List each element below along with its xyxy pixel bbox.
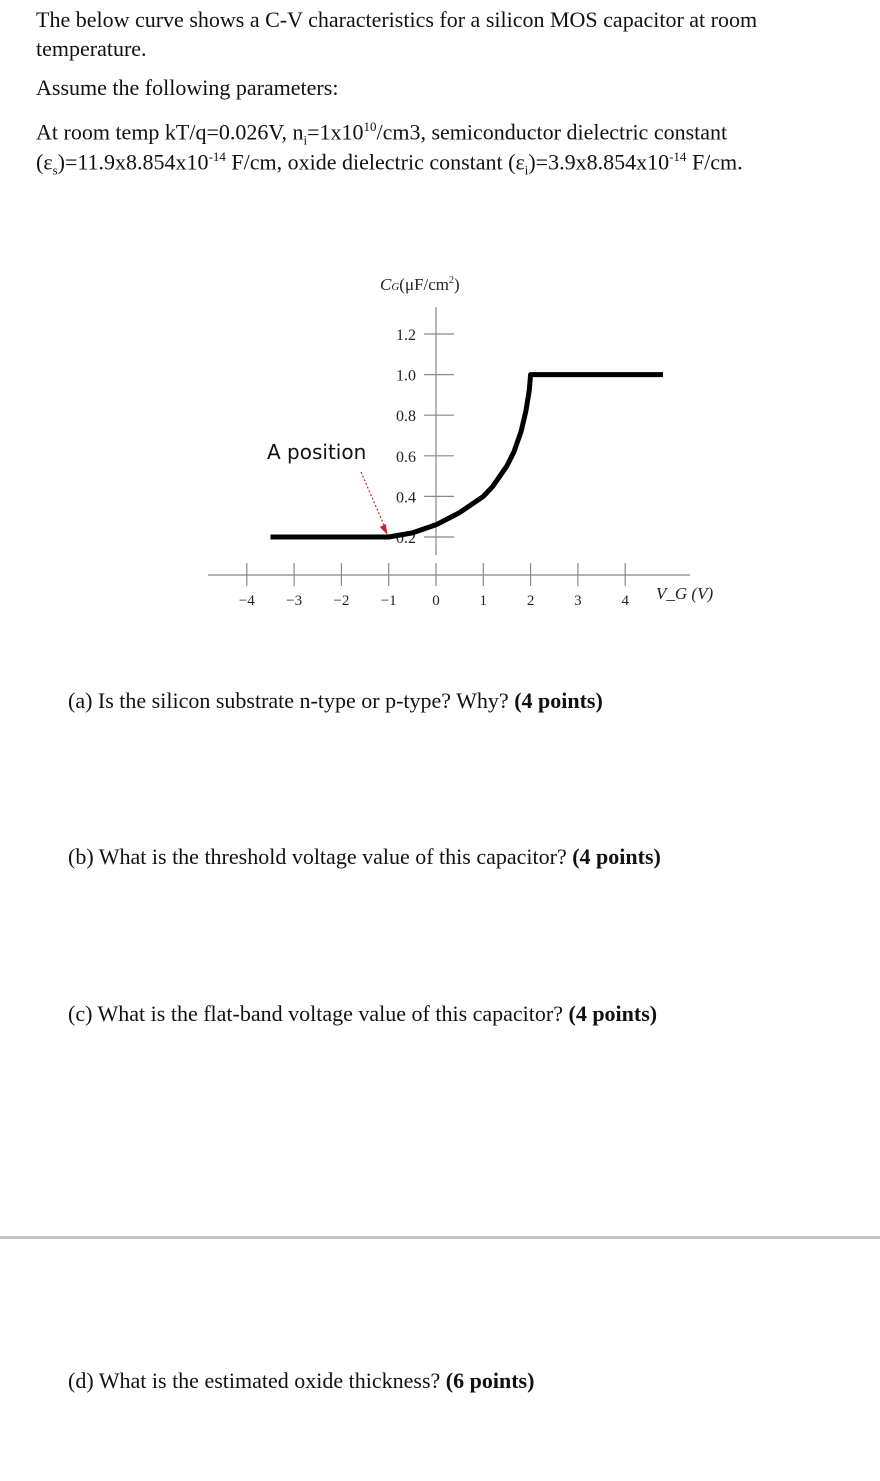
points: (4 points) — [568, 1001, 658, 1026]
x-tick-label: −1 — [381, 593, 397, 609]
x-tick-label: −3 — [286, 593, 302, 609]
question-b: (b) What is the threshold voltage value … — [68, 844, 661, 870]
text: (c) What is the flat-band voltage value … — [68, 1001, 563, 1026]
annotation-arrow — [360, 471, 387, 530]
question-d: (d) What is the estimated oxide thicknes… — [68, 1368, 534, 1394]
y-tick-label: 0.8 — [396, 408, 416, 425]
x-tick-label: 0 — [432, 593, 440, 609]
divider — [0, 1236, 880, 1239]
question-c: (c) What is the flat-band voltage value … — [68, 1001, 657, 1027]
x-tick-label: 4 — [621, 593, 629, 609]
question-a: (a) Is the silicon substrate n-type or p… — [68, 688, 603, 714]
y-tick-label: 1.0 — [396, 368, 416, 385]
x-tick-label: 3 — [574, 593, 582, 609]
text: (a) Is the silicon substrate n-type or p… — [68, 688, 509, 713]
annotation-label: A position — [267, 440, 366, 464]
y-tick-label: 0.4 — [396, 489, 416, 506]
x-tick-label: 2 — [527, 593, 535, 609]
points: (6 points) — [445, 1368, 535, 1393]
points: (4 points) — [572, 844, 661, 869]
y-axis-label: CG(μF/cm2) — [380, 275, 460, 294]
x-tick-label: −2 — [333, 593, 349, 609]
annotation-arrowhead — [379, 524, 388, 535]
text: (d) What is the estimated oxide thicknes… — [68, 1368, 441, 1393]
y-tick-label: 0.6 — [396, 449, 416, 466]
x-axis-label: V_G (V) — [656, 584, 713, 603]
x-tick-label: 1 — [480, 593, 488, 609]
cv-chart: −4 −3 −2 −1 0 1 2 3 40.20.40.60.81.01.2CG(μF/cm2… — [208, 275, 713, 609]
y-tick-label: 1.2 — [396, 327, 416, 344]
points: (4 points) — [514, 688, 603, 713]
x-tick-label: −4 — [239, 593, 255, 609]
text: (b) What is the threshold voltage value … — [68, 844, 567, 869]
